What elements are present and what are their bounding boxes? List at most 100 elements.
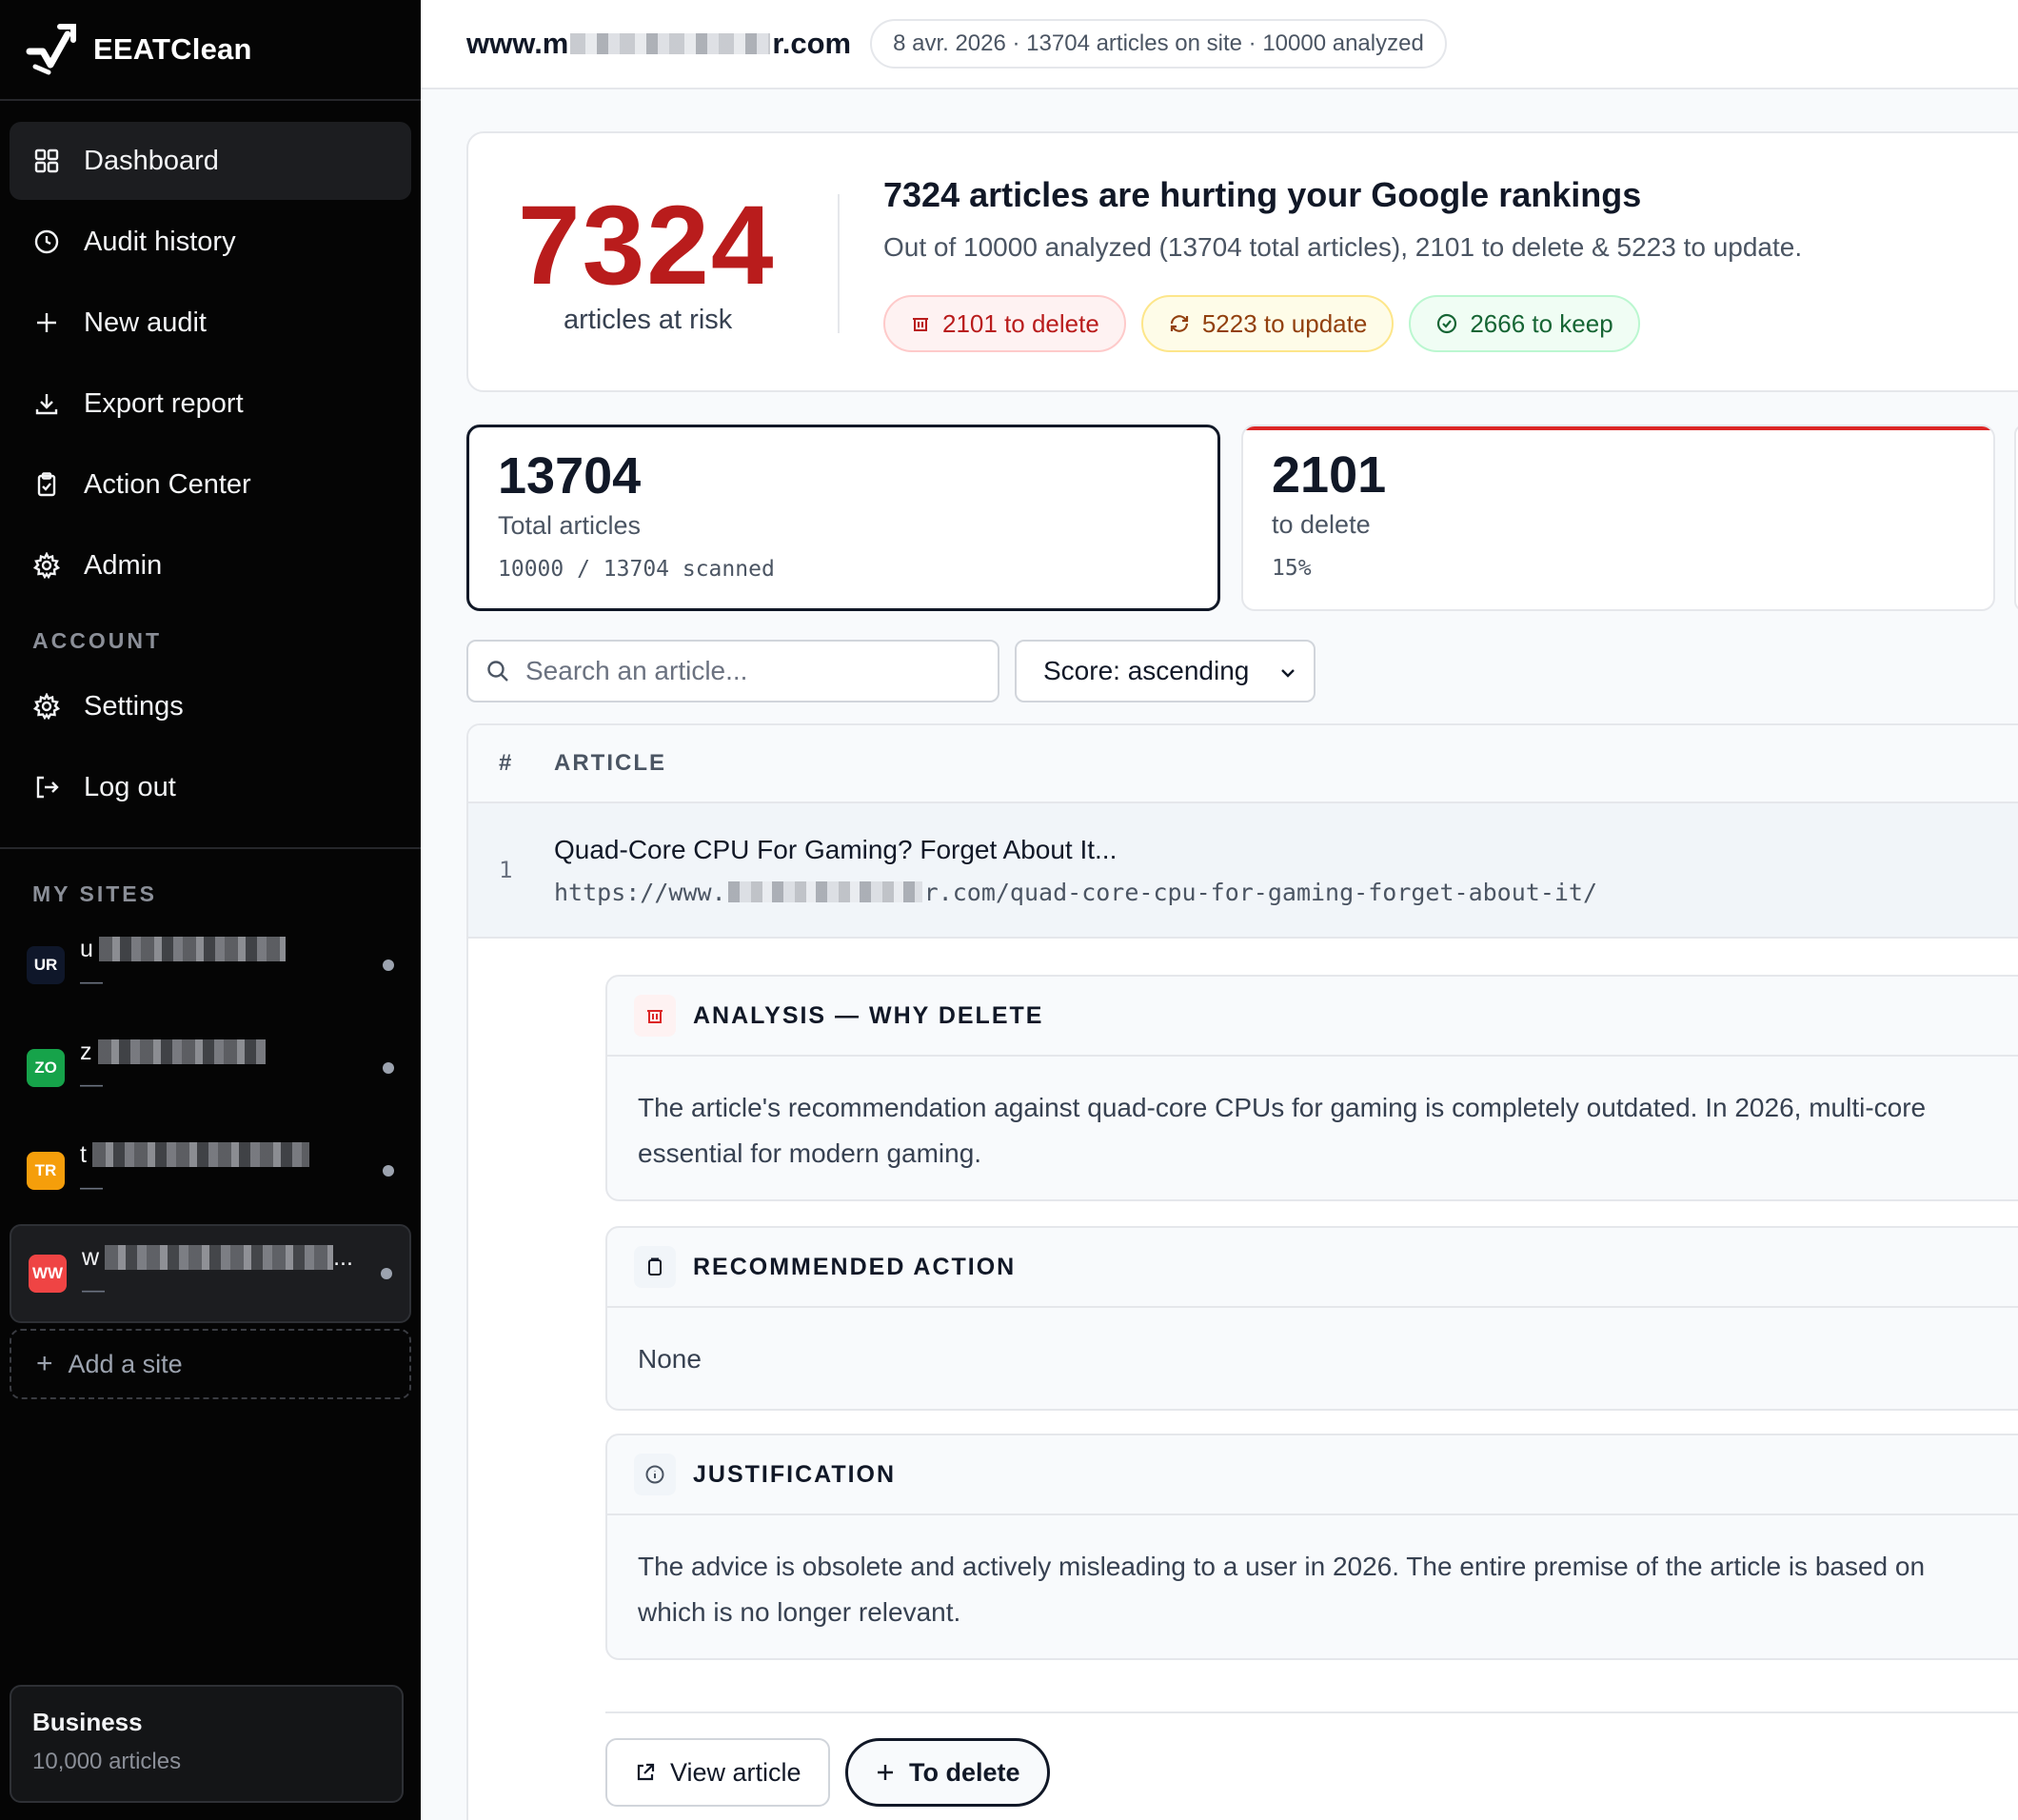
search-input[interactable] (525, 656, 982, 686)
panel-title: RECOMMENDED ACTION (693, 1253, 1017, 1280)
site-status: — (82, 1276, 105, 1303)
stat-value: 2101 (1272, 446, 1387, 504)
search-box (466, 640, 999, 702)
nav-label: Audit history (84, 226, 236, 257)
justification-panel: JUSTIFICATION The advice is obsolete and… (605, 1434, 2018, 1660)
delete-chip[interactable]: 2101 to delete (883, 295, 1126, 352)
nav-action-center[interactable]: Action Center (10, 445, 411, 524)
plan-card: Business 10,000 articles (10, 1685, 404, 1803)
recommended-action-panel: RECOMMENDED ACTION None (605, 1226, 2018, 1411)
row-index: 1 (499, 857, 513, 883)
site-badge: TR (27, 1152, 65, 1190)
site-badge: UR (27, 946, 65, 984)
account-section-label: ACCOUNT (32, 628, 162, 653)
nav-audit-history[interactable]: Audit history (10, 203, 411, 281)
site-item[interactable]: ZO z — (10, 1019, 411, 1118)
sidebar: EEATClean Dashboard Audit history New au… (0, 0, 421, 1820)
site-name: z (80, 1039, 266, 1066)
gear-icon (32, 692, 61, 721)
risk-title: 7324 articles are hurting your Google ra… (883, 175, 1642, 214)
plus-icon (878, 1765, 893, 1780)
clipboard-check-icon (32, 470, 61, 499)
site-status: — (80, 1071, 103, 1098)
site-status-dot (383, 1165, 394, 1177)
panel-title: JUSTIFICATION (693, 1460, 897, 1488)
nav-label: Dashboard (84, 145, 219, 176)
app-name: EEATClean (93, 32, 252, 66)
site-status-dot (383, 959, 394, 971)
nav-export-report[interactable]: Export report (10, 365, 411, 443)
site-name: w... (82, 1243, 353, 1271)
site-status-dot (381, 1268, 392, 1279)
site-badge: ZO (27, 1049, 65, 1087)
my-sites-label: MY SITES (32, 880, 157, 906)
nav-label: New audit (84, 307, 207, 338)
view-article-button[interactable]: View article (605, 1738, 830, 1807)
site-badge: WW (29, 1255, 67, 1293)
plan-quota: 10,000 articles (32, 1749, 182, 1774)
main-nav: Dashboard Audit history New audit Export… (0, 101, 421, 826)
nav-label: Log out (84, 771, 176, 802)
risk-subtitle: Out of 10000 analyzed (13704 total artic… (883, 232, 1803, 262)
nav-settings[interactable]: Settings (10, 667, 411, 745)
site-name: t (80, 1141, 309, 1169)
site-item[interactable]: TR t — (10, 1121, 411, 1220)
site-status: — (80, 968, 103, 995)
stat-label: to delete (1272, 510, 1371, 539)
analysis-text: The article's recommendation against qua… (638, 1093, 1927, 1122)
nav-admin[interactable]: Admin (10, 526, 411, 604)
sort-value: Score: ascending (1043, 656, 1250, 685)
add-site-button[interactable]: + Add a site (10, 1329, 411, 1399)
nav-dashboard[interactable]: Dashboard (10, 122, 411, 200)
analysis-panel: ANALYSIS — WHY DELETE The article's reco… (605, 975, 2018, 1201)
topbar: www.m r.com 8 avr. 2026 · 13704 articles … (421, 0, 2018, 89)
gear-icon (32, 551, 61, 580)
nav-label: Admin (84, 549, 163, 581)
download-icon (32, 389, 61, 418)
action-text: None (638, 1344, 702, 1374)
plus-icon: + (36, 1348, 53, 1379)
article-url[interactable]: https://www. r.com/quad-core-cpu-for-gami… (554, 879, 1597, 906)
justification-text: which is no longer relevant. (638, 1597, 961, 1627)
site-item-active[interactable]: WW w... — (10, 1224, 411, 1323)
articles-table: # ARTICLE 1 Quad-Core CPU For Gaming? Fo… (466, 723, 2018, 1820)
to-delete-button[interactable]: To delete (845, 1738, 1050, 1807)
search-icon (487, 661, 508, 682)
stat-card-total[interactable]: 13704 Total articles 10000 / 13704 scann… (466, 425, 1220, 611)
risk-count-label: articles at risk (564, 305, 733, 335)
divider (605, 1711, 2018, 1713)
chevron-down-icon (1281, 669, 1295, 678)
site-list: UR u — ZO z — TR t — WW w... — + Add a s… (0, 916, 421, 1399)
clock-icon (32, 228, 61, 256)
article-title: Quad-Core CPU For Gaming? Forget About I… (554, 834, 1118, 864)
nav-label: Action Center (84, 468, 251, 500)
stat-sub: 10000 / 13704 scanned (498, 557, 775, 582)
plan-name: Business (32, 1708, 143, 1736)
clipboard-icon (634, 1246, 676, 1288)
site-item[interactable]: UR u — (10, 916, 411, 1015)
refresh-icon (1170, 315, 1188, 332)
audit-meta-pill: 8 avr. 2026 · 13704 articles on site · 1… (870, 19, 1447, 69)
sort-select[interactable]: Score: ascending (1015, 640, 1316, 702)
panel-title: ANALYSIS — WHY DELETE (693, 1001, 1044, 1029)
trash-icon (634, 995, 676, 1037)
site-status-dot (383, 1062, 394, 1074)
risk-summary-card: 7324 articles at risk 7324 articles are … (466, 131, 2018, 392)
external-link-icon (637, 1763, 655, 1781)
keep-chip[interactable]: 2666 to keep (1409, 295, 1640, 352)
nav-logout[interactable]: Log out (10, 748, 411, 826)
stat-card-delete[interactable]: 2101 to delete 15% (1241, 425, 1995, 611)
plus-icon (32, 308, 61, 337)
table-header: # ARTICLE (468, 725, 2018, 803)
stat-card-partial[interactable] (2014, 425, 2018, 611)
analysis-text: essential for modern gaming. (638, 1138, 982, 1168)
column-article: ARTICLE (554, 750, 666, 776)
brand[interactable]: EEATClean (0, 0, 421, 101)
logout-icon (32, 773, 61, 801)
nav-new-audit[interactable]: New audit (10, 284, 411, 362)
stat-sub: 15% (1272, 556, 1312, 581)
stat-label: Total articles (498, 511, 642, 540)
table-row[interactable]: 1 Quad-Core CPU For Gaming? Forget About… (468, 803, 2018, 939)
risk-count: 7324 (518, 183, 776, 308)
update-chip[interactable]: 5223 to update (1140, 295, 1395, 352)
